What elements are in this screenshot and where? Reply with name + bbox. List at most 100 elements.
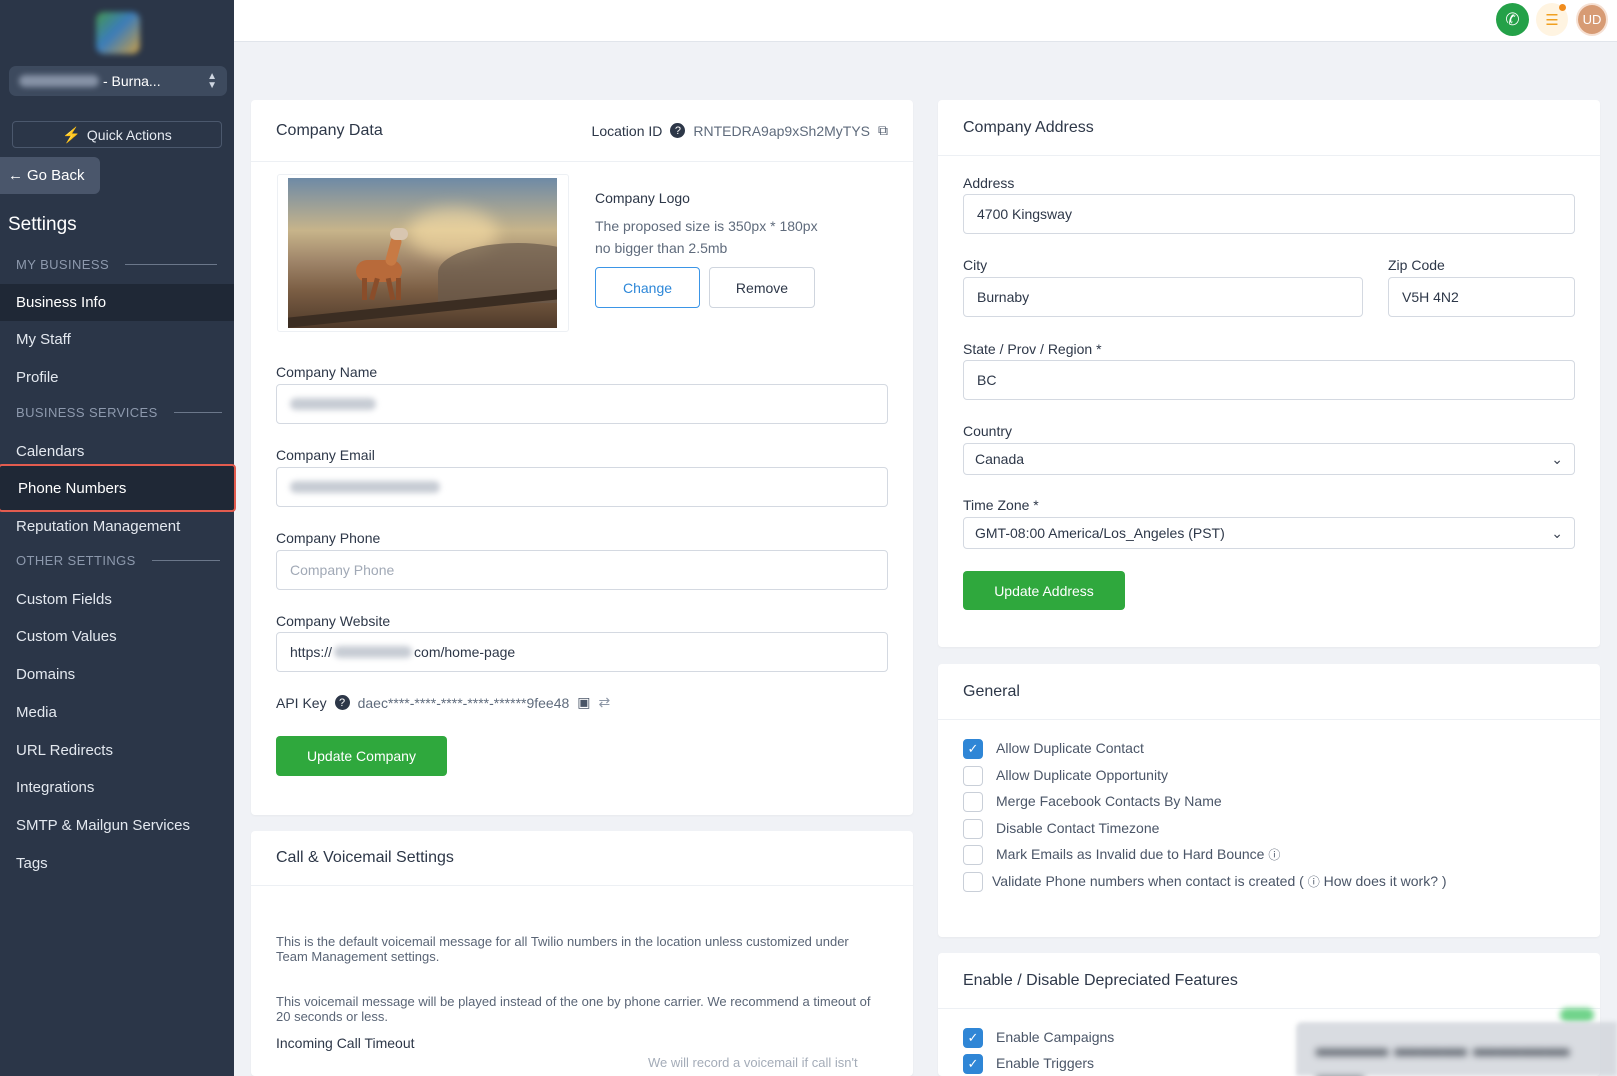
sidebar-item-label: My Staff xyxy=(16,331,71,348)
agency-logo[interactable] xyxy=(96,12,140,54)
company-email-label: Company Email xyxy=(276,447,375,463)
checkbox-label: Allow Duplicate Opportunity xyxy=(996,767,1168,783)
timezone-label: Time Zone * xyxy=(963,497,1039,513)
sidebar-item-label: Calendars xyxy=(16,443,85,460)
sidebar-item-tags[interactable]: Tags xyxy=(0,845,234,882)
image-llama-leg xyxy=(396,278,401,300)
sidebar-item-custom-values[interactable]: Custom Values xyxy=(0,618,234,655)
sidebar-item-integrations[interactable]: Integrations xyxy=(0,769,234,806)
go-back-button[interactable]: ← Go Back xyxy=(0,157,100,194)
checkbox-label: Merge Facebook Contacts By Name xyxy=(996,793,1222,809)
country-label: Country xyxy=(963,423,1013,439)
company-email-field[interactable] xyxy=(276,467,888,507)
sidebar-item-business-info[interactable]: Business Info xyxy=(0,284,234,321)
chevron-down-icon: ⌄ xyxy=(1551,450,1563,467)
timezone-select[interactable]: GMT-08:00 America/Los_Angeles (PST) ⌄ xyxy=(963,517,1575,549)
sidebar-item-label: Reputation Management xyxy=(16,518,181,535)
checkbox-label: Mark Emails as Invalid due to Hard Bounc… xyxy=(996,846,1280,863)
sidebar-item-label: Integrations xyxy=(16,779,95,796)
website-suffix: com/home-page xyxy=(414,644,516,660)
disable-contact-timezone-checkbox[interactable] xyxy=(963,819,983,839)
country-select[interactable]: Canada ⌄ xyxy=(963,443,1575,475)
location-switcher[interactable]: - Burna... ▲ ▼ xyxy=(9,66,227,96)
incoming-call-timeout-label: Incoming Call Timeout xyxy=(276,1035,415,1051)
remove-logo-button[interactable]: Remove xyxy=(709,267,815,308)
state-label: State / Prov / Region * xyxy=(963,341,1102,357)
voicemail-carrier-note: This voicemail message will be played in… xyxy=(276,994,871,1024)
redacted-text xyxy=(334,646,413,658)
allow-duplicate-contact-checkbox[interactable]: ✓ xyxy=(963,739,983,759)
top-bar xyxy=(234,0,1617,42)
quick-actions-button[interactable]: ⚡ Quick Actions xyxy=(12,121,222,148)
sidebar-item-media[interactable]: Media xyxy=(0,694,234,731)
merge-facebook-contacts-checkbox[interactable] xyxy=(963,792,983,812)
mark-emails-invalid-checkbox[interactable] xyxy=(963,845,983,865)
sidebar-item-label: Profile xyxy=(16,369,59,386)
avatar[interactable]: UD xyxy=(1576,3,1608,36)
sidebar: - Burna... ▲ ▼ ⚡ Quick Actions ← Go Back … xyxy=(0,0,236,1076)
settings-title: Settings xyxy=(8,214,77,235)
sidebar-item-smtp-mailgun[interactable]: SMTP & Mailgun Services xyxy=(0,807,234,844)
phone-icon[interactable]: ✆ xyxy=(1496,3,1529,36)
state-field[interactable]: BC xyxy=(963,360,1575,400)
divider xyxy=(151,560,220,561)
api-key-label: API Key xyxy=(276,694,327,711)
sidebar-item-label: Phone Numbers xyxy=(18,479,127,497)
location-id-value: RNTEDRA9ap9xSh2MyTYS xyxy=(693,122,870,139)
sidebar-item-label: SMTP & Mailgun Services xyxy=(16,817,190,834)
sidebar-item-phone-numbers[interactable]: Phone Numbers xyxy=(0,464,236,512)
bolt-icon: ⚡ xyxy=(62,126,81,144)
company-phone-field[interactable]: Company Phone xyxy=(276,550,888,590)
checkbox-label: Validate Phone numbers when contact is c… xyxy=(992,873,1447,890)
toggle-switch[interactable] xyxy=(1560,1008,1594,1022)
api-key-row: API Key ? daec****-****-****-****-******… xyxy=(276,694,610,711)
help-icon[interactable]: ? xyxy=(334,695,350,710)
help-circle-icon[interactable]: ⓘ xyxy=(1268,848,1280,862)
timezone-value: GMT-08:00 America/Los_Angeles (PST) xyxy=(975,525,1225,541)
sidebar-item-domains[interactable]: Domains xyxy=(0,656,234,693)
card-title: Company Address xyxy=(963,118,1094,136)
update-company-button[interactable]: Update Company xyxy=(276,736,447,776)
notifications-icon[interactable]: ☰ xyxy=(1536,3,1568,36)
checkbox-label: Allow Duplicate Contact xyxy=(996,740,1144,756)
enable-campaigns-checkbox[interactable]: ✓ xyxy=(963,1028,983,1048)
chevron-down-icon: ⌄ xyxy=(1551,524,1563,541)
sidebar-item-my-staff[interactable]: My Staff xyxy=(0,321,234,358)
city-field[interactable]: Burnaby xyxy=(963,277,1363,317)
sidebar-item-url-redirects[interactable]: URL Redirects xyxy=(0,732,234,769)
help-icon[interactable]: ? xyxy=(670,123,686,138)
address-label: Address xyxy=(963,175,1015,191)
company-website-label: Company Website xyxy=(276,613,391,629)
logo-size-hint: The proposed size is 350px * 180px xyxy=(595,218,818,234)
company-logo-image xyxy=(288,178,557,328)
update-address-button[interactable]: Update Address xyxy=(963,571,1125,610)
allow-duplicate-opportunity-checkbox[interactable] xyxy=(963,766,983,786)
divider xyxy=(173,412,222,413)
checkbox-label-text: Validate Phone numbers when contact is c… xyxy=(992,873,1304,889)
clipboard-icon[interactable]: ▣ xyxy=(577,694,590,711)
address-field[interactable]: 4700 Kingsway xyxy=(963,194,1575,234)
change-logo-button[interactable]: Change xyxy=(595,267,700,308)
card-title: General xyxy=(963,682,1020,700)
checkbox-label-text: Mark Emails as Invalid due to Hard Bounc… xyxy=(996,846,1265,862)
company-website-field[interactable]: https:// com/home-page xyxy=(276,632,888,672)
regenerate-icon[interactable]: ⇄ xyxy=(599,694,611,711)
zip-code-field[interactable]: V5H 4N2 xyxy=(1388,277,1575,317)
copy-icon[interactable]: ⧉ xyxy=(878,122,888,139)
section-label: BUSINESS SERVICES xyxy=(16,405,158,420)
sidebar-item-profile[interactable]: Profile xyxy=(0,359,234,396)
how-does-it-work-link[interactable]: How does it work? ) xyxy=(1324,873,1447,889)
sidebar-item-label: URL Redirects xyxy=(16,742,113,759)
company-name-field[interactable] xyxy=(276,384,888,424)
company-logo-label: Company Logo xyxy=(595,190,690,206)
location-id-label: Location ID xyxy=(591,122,663,139)
sidebar-item-reputation-management[interactable]: Reputation Management xyxy=(0,508,234,545)
country-value: Canada xyxy=(975,451,1025,467)
deprecated-features-header: Enable / Disable Depreciated Features xyxy=(938,953,1600,1009)
company-phone-label: Company Phone xyxy=(276,530,381,546)
validate-phone-numbers-checkbox[interactable] xyxy=(963,872,983,892)
company-data-header: Company Data Location ID ? RNTEDRA9ap9xS… xyxy=(251,100,913,162)
checkbox-label: Enable Campaigns xyxy=(996,1029,1115,1045)
sidebar-item-custom-fields[interactable]: Custom Fields xyxy=(0,581,234,618)
enable-triggers-checkbox[interactable]: ✓ xyxy=(963,1054,983,1074)
